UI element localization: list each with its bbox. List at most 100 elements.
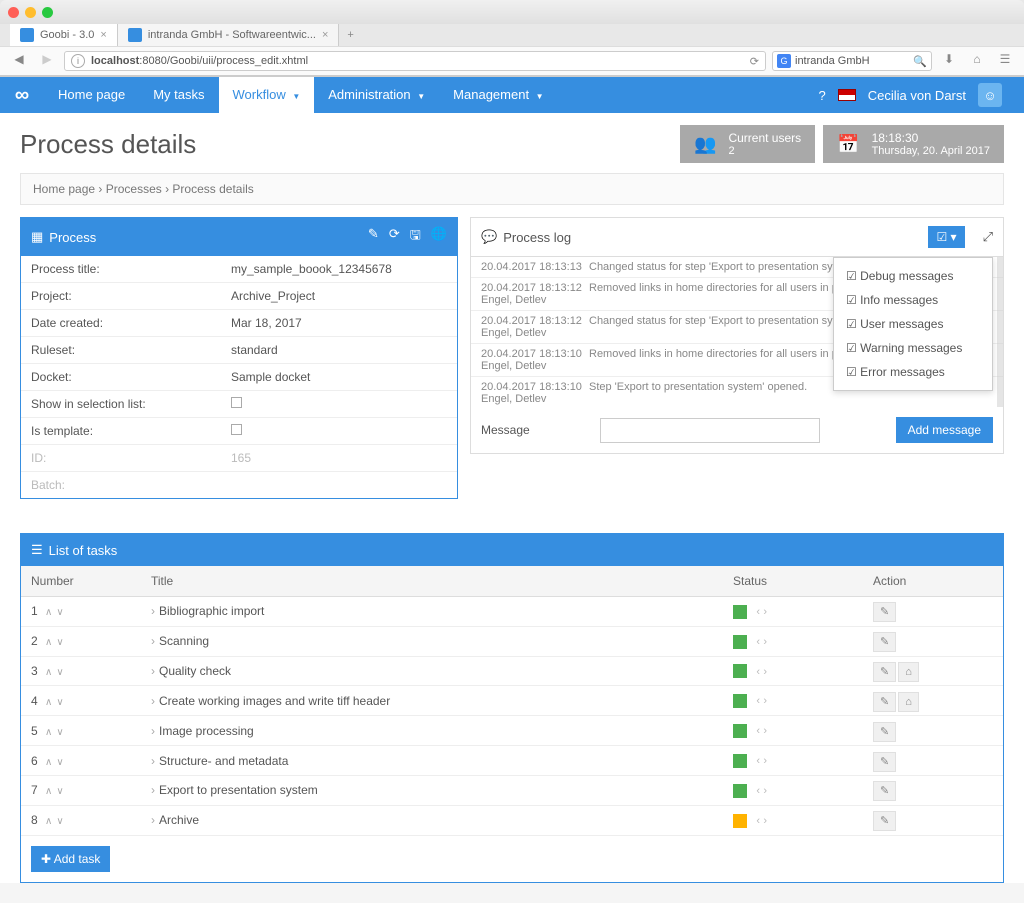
help-icon[interactable]: ? <box>819 88 826 103</box>
status-prev[interactable]: ‹ <box>756 695 760 707</box>
close-window[interactable] <box>8 7 19 18</box>
app-logo[interactable]: ∞ <box>0 77 44 113</box>
refresh-icon[interactable]: ⟳ <box>389 226 400 248</box>
status-prev[interactable]: ‹ <box>756 785 760 797</box>
edit-action[interactable]: ✎ <box>873 722 896 742</box>
home-icon[interactable]: ⌂ <box>966 52 988 70</box>
status-prev[interactable]: ‹ <box>756 755 760 767</box>
status-next[interactable]: › <box>763 755 767 767</box>
edit-action[interactable]: ✎ <box>873 752 896 772</box>
checkbox[interactable] <box>231 424 242 435</box>
close-tab-icon[interactable]: × <box>100 29 106 41</box>
filter-option[interactable]: Debug messages <box>834 264 992 288</box>
close-tab-icon[interactable]: × <box>322 29 328 41</box>
edit-action[interactable]: ✎ <box>873 692 896 712</box>
filter-option[interactable]: User messages <box>834 312 992 336</box>
search-icon[interactable]: 🔍 <box>913 55 927 68</box>
globe-icon[interactable]: 🌐 <box>431 226 447 248</box>
crumb[interactable]: Processes <box>106 182 162 196</box>
message-input[interactable] <box>600 418 820 443</box>
new-tab-button[interactable]: + <box>339 29 361 41</box>
checkbox[interactable] <box>231 397 242 408</box>
add-message-button[interactable]: Add message <box>896 417 993 443</box>
expand-icon[interactable]: ⤢ <box>983 229 993 245</box>
forward-button[interactable]: ▶ <box>36 52 58 70</box>
status-next[interactable]: › <box>763 606 767 618</box>
browser-tab[interactable]: Goobi - 3.0× <box>10 24 118 46</box>
reload-icon[interactable]: ⟳ <box>750 55 759 68</box>
status-prev[interactable]: ‹ <box>756 666 760 678</box>
log-filter-button[interactable]: ☑ ▾ <box>928 226 964 248</box>
edit-icon[interactable]: ✎ <box>368 226 379 248</box>
maximize-window[interactable] <box>42 7 53 18</box>
move-down-icon[interactable]: ∨ <box>56 786 63 797</box>
move-up-icon[interactable]: ∧ <box>45 697 52 708</box>
menu-icon[interactable]: ☰ <box>994 52 1016 70</box>
home-action[interactable]: ⌂ <box>898 662 919 682</box>
expand-icon[interactable]: › <box>151 783 155 797</box>
filter-option[interactable]: Info messages <box>834 288 992 312</box>
move-up-icon[interactable]: ∧ <box>45 757 52 768</box>
browser-search[interactable]: G intranda GmbH 🔍 <box>772 51 932 71</box>
status-next[interactable]: › <box>763 636 767 648</box>
move-down-icon[interactable]: ∨ <box>56 607 63 618</box>
expand-icon[interactable]: › <box>151 813 155 827</box>
expand-icon[interactable]: › <box>151 604 155 618</box>
add-task-button[interactable]: ✚ Add task <box>31 846 110 872</box>
edit-action[interactable]: ✎ <box>873 632 896 652</box>
move-up-icon[interactable]: ∧ <box>45 637 52 648</box>
field-label: Is template: <box>31 424 231 438</box>
move-down-icon[interactable]: ∨ <box>56 667 63 678</box>
status-next[interactable]: › <box>763 785 767 797</box>
nav-workflow[interactable]: Workflow ▼ <box>219 77 315 113</box>
status-next[interactable]: › <box>763 725 767 737</box>
expand-icon[interactable]: › <box>151 754 155 768</box>
move-up-icon[interactable]: ∧ <box>45 667 52 678</box>
expand-icon[interactable]: › <box>151 724 155 738</box>
move-down-icon[interactable]: ∨ <box>56 816 63 827</box>
move-down-icon[interactable]: ∨ <box>56 727 63 738</box>
move-down-icon[interactable]: ∨ <box>56 697 63 708</box>
download-icon[interactable]: ⬇ <box>938 52 960 70</box>
url-bar[interactable]: i localhost:8080/Goobi/uii/process_edit.… <box>64 51 766 71</box>
scrollbar[interactable] <box>997 257 1003 407</box>
status-prev[interactable]: ‹ <box>756 815 760 827</box>
expand-icon[interactable]: › <box>151 664 155 678</box>
move-up-icon[interactable]: ∧ <box>45 607 52 618</box>
expand-icon[interactable]: › <box>151 694 155 708</box>
language-flag[interactable] <box>838 89 856 101</box>
status-next[interactable]: › <box>763 666 767 678</box>
save-icon[interactable]: 🖫 <box>410 226 421 248</box>
back-button[interactable]: ◀ <box>8 52 30 70</box>
move-up-icon[interactable]: ∧ <box>45 727 52 738</box>
edit-action[interactable]: ✎ <box>873 662 896 682</box>
username[interactable]: Cecilia von Darst <box>868 88 966 103</box>
move-up-icon[interactable]: ∧ <box>45 786 52 797</box>
task-row: 1 ∧∨›Bibliographic import ‹ ›✎ <box>21 597 1003 627</box>
nav-my-tasks[interactable]: My tasks <box>139 77 218 113</box>
filter-option[interactable]: Warning messages <box>834 336 992 360</box>
browser-tab[interactable]: intranda GmbH - Softwareentwic...× <box>118 24 340 46</box>
nav-management[interactable]: Management ▼ <box>439 77 557 113</box>
home-action[interactable]: ⌂ <box>898 692 919 712</box>
crumb[interactable]: Process details <box>172 182 253 196</box>
status-prev[interactable]: ‹ <box>756 606 760 618</box>
status-next[interactable]: › <box>763 815 767 827</box>
move-down-icon[interactable]: ∨ <box>56 637 63 648</box>
move-down-icon[interactable]: ∨ <box>56 757 63 768</box>
status-next[interactable]: › <box>763 695 767 707</box>
edit-action[interactable]: ✎ <box>873 781 896 801</box>
edit-action[interactable]: ✎ <box>873 811 896 831</box>
status-prev[interactable]: ‹ <box>756 636 760 648</box>
expand-icon[interactable]: › <box>151 634 155 648</box>
crumb[interactable]: Home page <box>33 182 95 196</box>
edit-action[interactable]: ✎ <box>873 602 896 622</box>
nav-home-page[interactable]: Home page <box>44 77 139 113</box>
move-up-icon[interactable]: ∧ <box>45 816 52 827</box>
user-avatar[interactable]: ☺ <box>978 83 1002 107</box>
filter-option[interactable]: Error messages <box>834 360 992 384</box>
minimize-window[interactable] <box>25 7 36 18</box>
site-info-icon[interactable]: i <box>71 54 85 68</box>
nav-administration[interactable]: Administration ▼ <box>314 77 439 113</box>
status-prev[interactable]: ‹ <box>756 725 760 737</box>
